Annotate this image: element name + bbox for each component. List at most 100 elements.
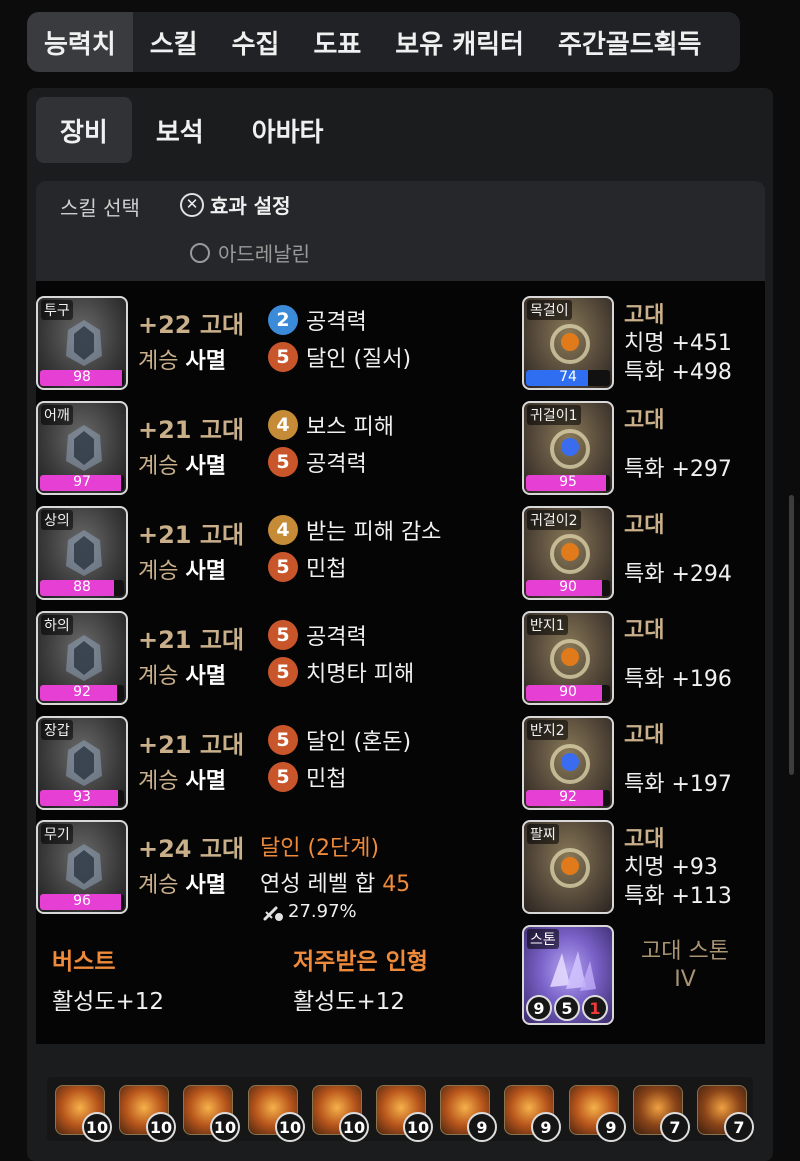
weapon-elixir-level: 달인 (2단계) (260, 836, 380, 861)
effect-level-badge: 5 (268, 552, 298, 582)
elixir-effect: 5 달인 (질서) (268, 341, 411, 373)
armor-piece-icon (66, 844, 102, 890)
tab-characters[interactable]: 보유 캐릭터 (378, 12, 541, 72)
gem-level: 10 (146, 1112, 176, 1142)
gem-level: 9 (467, 1112, 497, 1142)
accessory-slot[interactable]: 팔찌 (522, 820, 614, 914)
quality-bar: 95 (526, 475, 610, 491)
equipment-succession: 계승 사멸 (138, 763, 226, 795)
scrollbar[interactable] (789, 495, 794, 775)
quality-value: 96 (73, 894, 91, 909)
stone-value-2: 5 (554, 995, 580, 1021)
accessory-slot[interactable]: 목걸이 74 (522, 296, 614, 390)
elixir-effect: 4 보스 피해 (268, 409, 394, 441)
effect-name: 보스 피해 (306, 415, 394, 440)
armor-piece-icon (66, 425, 102, 471)
weapon-percent-value: 27.97% (288, 900, 357, 922)
quality-value: 92 (559, 790, 577, 805)
accessory-jewel-icon (550, 639, 590, 679)
slot-name: 스톤 (527, 929, 559, 949)
effect-level-badge: 4 (268, 515, 298, 545)
quality-value: 98 (73, 370, 91, 385)
weapon-transcend-sum: 연성 레벨 합 45 (260, 866, 410, 898)
accessory-grade: 고대 (624, 618, 665, 643)
accessory-grade: 고대 (624, 723, 665, 748)
accessory-stat: 치명 +451 (624, 331, 732, 356)
gem-level: 10 (275, 1112, 305, 1142)
skill-option-adrenaline[interactable]: 아드레날린 (190, 238, 310, 267)
equipment-enhance-grade: +21 고대 (138, 521, 245, 549)
armor-piece-icon (66, 635, 102, 681)
accessory-slot[interactable]: 반지1 90 (522, 611, 614, 705)
effect-level-badge: 5 (268, 657, 298, 687)
skill-select-label: 스킬 선택 (60, 196, 140, 220)
transcend-value: 45 (382, 872, 411, 897)
armor-piece-icon (66, 740, 102, 786)
sub-tab-equipment[interactable]: 장비 (36, 97, 132, 163)
accessory-stat: 치명 +93 (624, 855, 718, 880)
equipment-succession: 계승 사멸 (138, 867, 226, 899)
sub-tab-avatar[interactable]: 아바타 (228, 97, 348, 163)
succession-prefix: 계승 (138, 454, 179, 479)
quality-value: 95 (559, 475, 577, 490)
quality-value: 74 (559, 370, 577, 385)
elixir-effect: 5 치명타 피해 (268, 656, 414, 688)
quality-bar: 74 (526, 370, 610, 386)
radio-icon (190, 242, 210, 263)
effect-level-badge: 4 (268, 410, 298, 440)
bracelet-effect-value-1: 활성도+12 (52, 989, 165, 1015)
accessory-jewel-icon (550, 324, 590, 364)
equipment-slot[interactable]: 장갑 93 (36, 716, 128, 810)
quality-bar: 98 (40, 370, 124, 386)
sub-tab-bar: 장비 보석 아바타 (36, 97, 347, 163)
effect-name: 민첩 (306, 767, 347, 792)
bracelet-effect-value-2: 활성도+12 (293, 989, 406, 1015)
equipment-slot[interactable]: 하의 92 (36, 611, 128, 705)
accessory-slot[interactable]: 귀걸이2 90 (522, 506, 614, 600)
gem-level: 9 (531, 1112, 561, 1142)
quality-value: 97 (73, 475, 91, 490)
top-tab-bar: 능력치 스킬 수집 도표 보유 캐릭터 주간골드획득 (27, 12, 740, 72)
effect-setting-label: 효과 설정 (210, 194, 291, 218)
equipment-slot[interactable]: 투구 98 (36, 296, 128, 390)
effect-name: 민첩 (306, 557, 347, 582)
tab-skills[interactable]: 스킬 (133, 12, 215, 72)
tab-weekly-gold[interactable]: 주간골드획득 (541, 12, 719, 72)
sub-tab-gems[interactable]: 보석 (132, 97, 228, 163)
accessory-slot[interactable]: 반지2 92 (522, 716, 614, 810)
accessory-slot[interactable]: 귀걸이1 95 (522, 401, 614, 495)
effect-name: 달인 (혼돈) (306, 730, 412, 755)
effect-name: 달인 (질서) (306, 347, 412, 372)
effect-name: 공격력 (306, 452, 367, 477)
quality-value: 90 (559, 580, 577, 595)
quality-value: 88 (73, 580, 91, 595)
effect-setting-button[interactable]: ✕ 효과 설정 (180, 190, 291, 219)
equipment-succession: 계승 사멸 (138, 448, 226, 480)
stone-slot[interactable]: 스톤 9 5 1 (522, 925, 614, 1025)
equipment-enhance-grade: +21 고대 (138, 626, 245, 654)
tab-chart[interactable]: 도표 (296, 12, 378, 72)
equipment-enhance-grade: +21 고대 (138, 416, 245, 444)
skill-option-label: 아드레날린 (218, 242, 310, 266)
equipment-succession: 계승 사멸 (138, 658, 226, 690)
succession-prefix: 계승 (138, 769, 179, 794)
stone-value-1: 9 (526, 995, 552, 1021)
equipment-slot[interactable]: 어깨 97 (36, 401, 128, 495)
accessory-stat: 특화 +294 (624, 562, 732, 587)
sword-icon (263, 906, 283, 921)
effect-name: 공격력 (306, 310, 367, 335)
tab-collection[interactable]: 수집 (215, 12, 297, 72)
gem-level: 7 (660, 1112, 690, 1142)
succession-value: 사멸 (185, 559, 226, 584)
equipment-enhance-grade: +22 고대 (138, 311, 245, 339)
equipment-enhance-grade: +24 고대 (138, 835, 245, 863)
equipment-slot[interactable]: 상의 88 (36, 506, 128, 600)
equipment-slot[interactable]: 무기 96 (36, 820, 128, 914)
succession-prefix: 계승 (138, 349, 179, 374)
quality-bar: 90 (526, 580, 610, 596)
tab-stats[interactable]: 능력치 (27, 12, 133, 72)
gem-level: 10 (210, 1112, 240, 1142)
effect-name: 공격력 (306, 625, 367, 650)
bracelet-effect-title-2: 저주받은 인형 (293, 949, 428, 975)
effect-level-badge: 5 (268, 342, 298, 372)
